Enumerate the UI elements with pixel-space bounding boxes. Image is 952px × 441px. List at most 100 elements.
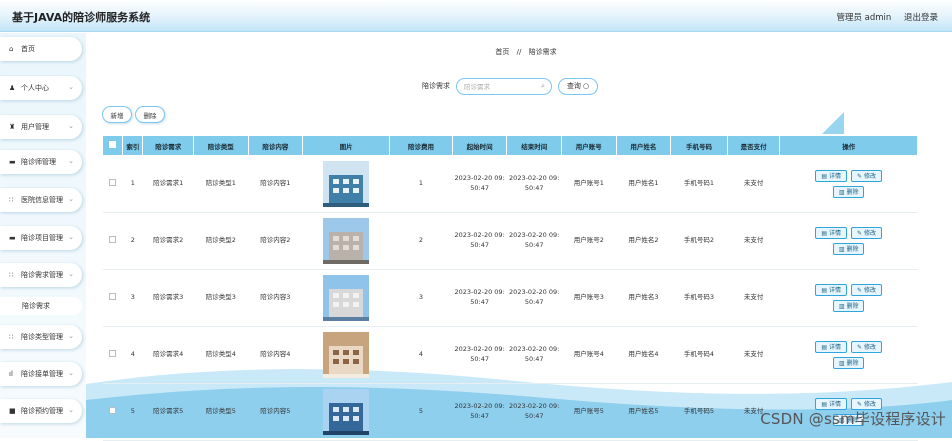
chevron-down-icon: ⌄ [68,270,74,278]
start-date: 2023-02-20 09: [454,345,505,354]
row-checkbox[interactable] [102,383,123,441]
sidebar-item-1[interactable]: ♟ 个人中心 ⌄ [0,76,82,100]
edit-button[interactable]: ✎ 修改 [851,227,882,239]
detail-button[interactable]: ▤ 详情 [815,227,848,239]
cell-paid: 未支付 [727,269,780,327]
row-delete-button[interactable]: ▥ 删除 [832,243,865,255]
detail-button[interactable]: ▤ 详情 [815,284,848,296]
row-delete-button[interactable]: ▥ 删除 [832,186,865,198]
sidebar-item-8[interactable]: ıl 陪诊接单管理 ⌄ [0,362,82,386]
cell-content: 陪诊内容3 [248,269,303,327]
cell-operations: ▤ 详情 ✎ 修改 ▥ 删除 [779,212,918,270]
search-label: 陪诊需求 [422,82,450,90]
breadcrumb-sep: // [516,48,522,56]
sidebar-item-label: 陪诊类型管理 [21,333,63,341]
sidebar-item-label: 陪诊项目管理 [21,234,63,242]
chevron-down-icon: ⌄ [68,233,74,241]
cell-end-time: 2023-02-20 09: 50:47 [506,383,562,441]
folder-icon: ▬ [9,158,16,166]
app-title: 基于JAVA的陪诊师服务系统 [12,11,151,24]
sidebar-item-7[interactable]: ∷ 陪诊类型管理 ⌄ [0,325,82,349]
action-buttons: 新增 删除 [102,106,168,123]
cell-name: 用户姓名3 [616,269,671,327]
sidebar-item-5[interactable]: ▬ 陪诊项目管理 ⌄ [0,226,82,250]
sidebar-item-3[interactable]: ▬ 陪诊师管理 ⌄ [0,150,82,174]
table-row: 3 陪诊需求3 陪诊类型3 陪诊内容3 3 2023-02-20 09: 50:47 2023… [102,269,918,327]
edit-icon: ✎ [857,230,864,237]
row-checkbox[interactable] [102,326,123,384]
detail-icon: ▤ [821,287,829,294]
cell-account: 用户账号3 [561,269,617,327]
search-input[interactable]: 陪诊需求 ⌕ [456,77,552,95]
edit-icon: ✎ [857,401,864,408]
detail-button[interactable]: ▤ 详情 [815,341,848,353]
sidebar-item-4[interactable]: ∷ 医院信息管理 ⌄ [0,188,82,212]
row-checkbox[interactable] [102,269,123,327]
cell-operations: ▤ 详情 ✎ 修改 ▥ 删除 [779,326,918,384]
end-date: 2023-02-20 09: [509,231,560,240]
row-checkbox[interactable] [102,212,123,270]
detail-icon: ▤ [821,230,829,237]
edit-button[interactable]: ✎ 修改 [851,284,882,296]
detail-label: 详情 [829,287,842,294]
edit-label: 修改 [863,287,876,294]
cell-index: 3 [122,269,143,327]
home-icon: ⌂ [9,45,14,53]
cell-content: 陪诊内容2 [248,212,303,270]
cell-start-time: 2023-02-20 09: 50:47 [452,155,507,213]
cell-name: 用户姓名1 [616,155,671,213]
sidebar-item-6[interactable]: ∷ 陪诊需求管理 ⌄ [0,263,82,287]
breadcrumb-current: 陪诊需求 [528,48,557,56]
delete-button[interactable]: 删除 [135,106,165,123]
hospital-photo [323,389,370,435]
delete-label: 删除 [846,246,859,253]
sidebar-item-2[interactable]: ♜ 用户管理 ⌄ [0,115,82,139]
lock-icon: ■ [9,407,16,415]
cell-need: 陪诊需求1 [142,155,194,213]
sidebar-item-0[interactable]: ⌂ 首页 [0,37,82,61]
cell-fee: 3 [389,269,453,327]
sidebar-item-label: 陪诊师管理 [21,158,56,166]
end-date: 2023-02-20 09: [509,345,560,354]
cell-image [302,269,390,327]
end-clock: 50:47 [524,298,544,306]
detail-label: 详情 [829,401,842,408]
edit-button[interactable]: ✎ 修改 [851,170,882,182]
chevron-down-icon: ⌄ [68,83,74,91]
detail-icon: ▤ [821,173,829,180]
start-date: 2023-02-20 09: [454,288,505,297]
select-all-checkbox[interactable] [101,135,124,156]
cell-index: 2 [122,212,143,270]
cell-need: 陪诊需求3 [142,269,194,327]
edit-label: 修改 [863,173,876,180]
grid-icon: ∷ [9,333,14,341]
cell-name: 用户姓名2 [616,212,671,270]
row-checkbox[interactable] [102,155,123,213]
chart-icon: ıl [9,370,13,378]
breadcrumb-home[interactable]: 首页 [495,48,509,56]
row-delete-button[interactable]: ▥ 删除 [832,357,865,369]
edit-button[interactable]: ✎ 修改 [851,341,882,353]
sidebar-item-label: 用户管理 [21,123,49,131]
user-icon: ♟ [9,84,16,92]
cell-content: 陪诊内容4 [248,326,303,384]
end-clock: 50:47 [524,184,544,192]
start-clock: 50:47 [470,355,489,363]
logout-link[interactable]: 退出登录 [904,13,938,23]
table-row: 1 陪诊需求1 陪诊类型1 陪诊内容1 1 2023-02-20 09: 50:47 2023… [102,155,918,213]
hospital-photo [323,218,370,264]
table-row: 2 陪诊需求2 陪诊类型2 陪诊内容2 2 2023-02-20 09: 50:47 2023… [102,212,918,270]
edit-icon: ✎ [857,287,864,294]
cell-content: 陪诊内容5 [248,383,303,441]
sidebar-subitem-need[interactable]: 陪诊需求 [0,297,82,315]
edit-label: 修改 [863,230,876,237]
start-date: 2023-02-20 09: [454,402,505,411]
column-header: 陪诊内容 [247,135,304,156]
table-header-row: 索引 陪诊需求 陪诊类型 陪诊内容 图片 陪诊费用 起始时间 结束时间 用户账号 用户姓名 手机号码… [101,135,918,156]
sidebar-item-9[interactable]: ■ 陪诊预约管理 ⌄ [0,399,82,423]
detail-button[interactable]: ▤ 详情 [815,170,848,182]
add-button[interactable]: 新增 [102,106,132,123]
query-button[interactable]: 查询 ○ [558,77,598,95]
row-delete-button[interactable]: ▥ 删除 [832,300,865,312]
query-button-label: 查询 [566,82,581,90]
